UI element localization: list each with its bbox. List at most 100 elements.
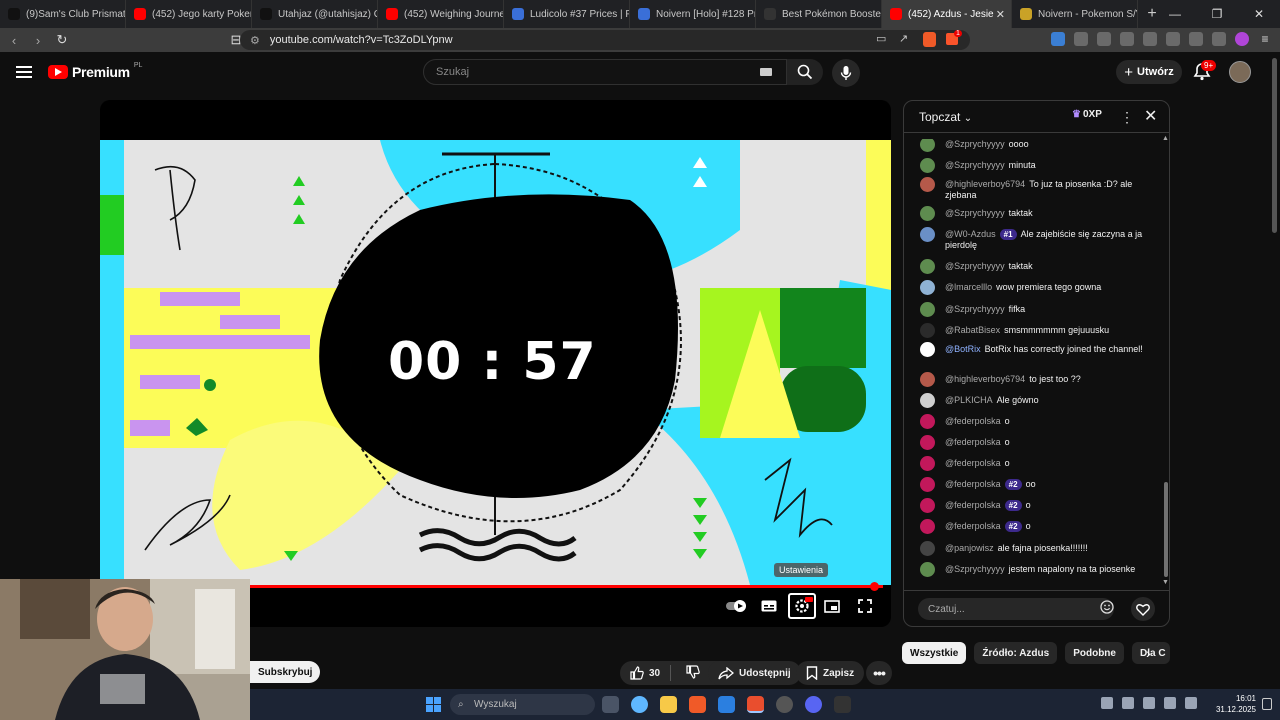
chat-author[interactable]: @PLKICHA	[945, 395, 993, 405]
chat-message[interactable]: @Szprychyyyy jestem napalony na ta piosen…	[920, 562, 1152, 577]
xp-badge[interactable]: ♛ 0XP	[1072, 109, 1102, 120]
chat-message[interactable]: @PLKICHA Ale gówno	[920, 393, 1152, 408]
chat-avatar[interactable]	[920, 227, 935, 242]
chat-avatar[interactable]	[920, 372, 935, 387]
leo-icon[interactable]	[1189, 32, 1203, 46]
vpn-icon[interactable]	[1212, 32, 1226, 46]
extension-icon[interactable]	[1097, 32, 1111, 46]
tray-display-icon[interactable]	[1164, 697, 1176, 709]
chat-author[interactable]: @federpolska	[945, 437, 1001, 447]
browser-tab[interactable]: (452) Jego karty Pokemon	[126, 0, 252, 28]
chat-scrollbar[interactable]: ▲ ▼	[1162, 135, 1169, 587]
chat-author[interactable]: @federpolska	[945, 416, 1001, 426]
browser-tab[interactable]: Utahjaz (@utahisjaz) Offici	[252, 0, 378, 28]
filter-chip[interactable]: Podobne	[1065, 642, 1124, 664]
chat-message[interactable]: @Szprychyyyy taktak	[920, 259, 1152, 274]
chat-author[interactable]: @highleverboy6794	[945, 374, 1025, 384]
copilot-icon[interactable]	[631, 696, 648, 713]
chat-avatar[interactable]	[920, 541, 935, 556]
chat-avatar[interactable]	[920, 342, 935, 357]
task-view-icon[interactable]	[602, 696, 619, 713]
chat-author[interactable]: @panjowisz	[945, 543, 994, 553]
chat-author[interactable]: @RabatBisex	[945, 325, 1000, 335]
close-chat-icon[interactable]: ✕	[1144, 106, 1157, 126]
subscribe-button[interactable]: Subskrybuj	[250, 661, 321, 683]
profile-icon[interactable]	[1235, 32, 1249, 46]
scroll-up-icon[interactable]: ▲	[1162, 135, 1169, 142]
guide-menu-icon[interactable]	[16, 66, 32, 78]
chat-avatar[interactable]	[920, 139, 935, 152]
chat-author[interactable]: @Szprychyyyy	[945, 139, 1005, 149]
chat-avatar[interactable]	[920, 206, 935, 221]
chat-avatar[interactable]	[920, 498, 935, 513]
site-settings-icon[interactable]: ⚙	[250, 34, 260, 47]
browser-tab[interactable]: (452) Azdus - Jesie ✕	[882, 0, 1012, 28]
minimize-icon[interactable]: —	[1154, 0, 1196, 28]
chat-author[interactable]: @W0-Azdus	[945, 229, 996, 239]
filter-chip[interactable]: Źródło: Azdus	[974, 642, 1058, 664]
chat-message[interactable]: @lmarcelllo wow premiera tego gowna	[920, 280, 1152, 295]
youtube-logo[interactable]: Premium PL	[48, 62, 142, 80]
chat-message[interactable]: @Szprychyyyy taktak	[920, 206, 1152, 221]
chat-author[interactable]: @Szprychyyyy	[945, 160, 1005, 170]
account-avatar[interactable]	[1229, 61, 1251, 83]
reload-icon[interactable]: ↻	[52, 32, 72, 48]
chat-avatar[interactable]	[920, 259, 935, 274]
chat-avatar[interactable]	[920, 323, 935, 338]
chat-mode-dropdown[interactable]: Topczat ⌄	[919, 110, 972, 124]
chat-author[interactable]: @federpolska	[945, 500, 1001, 510]
file-explorer-icon[interactable]	[660, 696, 677, 713]
forward-icon[interactable]: ›	[28, 33, 48, 48]
chat-author[interactable]: @highleverboy6794	[945, 179, 1025, 189]
miniplayer-button[interactable]	[823, 598, 841, 614]
chat-avatar[interactable]	[920, 158, 935, 173]
chat-message[interactable]: @federpolska #2 o	[920, 498, 1152, 513]
page-scrollbar[interactable]	[1272, 58, 1277, 233]
chat-message[interactable]: @Szprychyyyy minuta	[920, 158, 1152, 173]
search-button[interactable]	[787, 59, 823, 85]
chat-avatar[interactable]	[920, 456, 935, 471]
app-icon[interactable]	[776, 696, 793, 713]
chat-author[interactable]: @Szprychyyyy	[945, 261, 1005, 271]
video-player[interactable]: 00 : 57 Ustawienia	[100, 100, 891, 627]
chat-message[interactable]: @highleverboy6794 to jest too ??	[920, 372, 1152, 387]
create-button[interactable]: + Utwórz	[1116, 60, 1182, 84]
more-actions-button[interactable]: •••	[866, 661, 892, 685]
chat-more-icon[interactable]: ⋮	[1120, 109, 1134, 126]
restore-icon[interactable]: ❐	[1196, 0, 1238, 28]
chat-message[interactable]: @federpolska o	[920, 456, 1152, 471]
sidebar-icon[interactable]	[1143, 32, 1157, 46]
chat-avatar[interactable]	[920, 435, 935, 450]
browser-tab[interactable]: (452) Weighing Journey To	[378, 0, 504, 28]
close-window-icon[interactable]: ✕	[1238, 0, 1280, 28]
save-button[interactable]: Zapisz	[796, 661, 865, 685]
chat-message[interactable]: @federpolska o	[920, 435, 1152, 450]
chat-author[interactable]: @federpolska	[945, 521, 1001, 531]
chat-message[interactable]: @federpolska o	[920, 414, 1152, 429]
autoplay-toggle[interactable]	[726, 598, 748, 614]
voice-search-button[interactable]	[832, 59, 860, 87]
tray-volume-icon[interactable]	[1185, 697, 1197, 709]
puzzle-icon[interactable]	[1074, 32, 1088, 46]
chat-message[interactable]: @RabatBisex smsmmmmmm gejuuusku	[920, 323, 1152, 338]
music-icon[interactable]	[1120, 32, 1134, 46]
chat-avatar[interactable]	[920, 477, 935, 492]
chat-scroll-thumb[interactable]	[1164, 482, 1168, 577]
chat-author[interactable]: @lmarcelllo	[945, 282, 992, 292]
windows-start-icon[interactable]	[426, 697, 441, 712]
chat-author[interactable]: @Szprychyyyy	[945, 208, 1005, 218]
chat-avatar[interactable]	[920, 280, 935, 295]
brave-active-icon[interactable]	[747, 696, 764, 713]
dislike-button[interactable]	[676, 664, 710, 682]
extension-icon[interactable]	[1051, 32, 1065, 46]
chat-author[interactable]: @federpolska	[945, 458, 1001, 468]
app-icon[interactable]	[834, 696, 851, 713]
brave-browser-icon[interactable]	[689, 696, 706, 713]
fullscreen-button[interactable]	[856, 598, 874, 614]
browser-tab[interactable]: (9)Sam's Club Prismatic ETI	[0, 0, 126, 28]
chat-message[interactable]: @BotRix BotRix has correctly joined the c…	[920, 342, 1152, 357]
chat-avatar[interactable]	[920, 562, 935, 577]
url-field[interactable]: ⚙ youtube.com/watch?v=Tc3ZoDLYpnw	[240, 30, 970, 50]
chat-author[interactable]: @Szprychyyyy	[945, 564, 1005, 574]
scroll-down-icon[interactable]: ▼	[1162, 579, 1169, 586]
